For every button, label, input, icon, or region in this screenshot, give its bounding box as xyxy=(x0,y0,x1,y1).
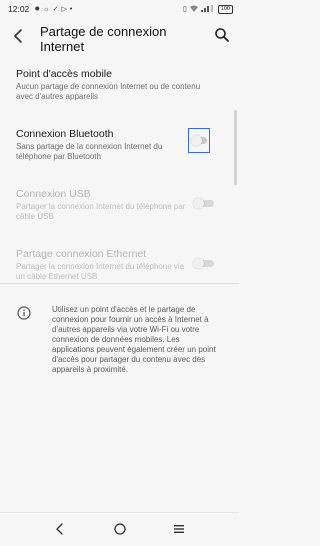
dot-icon: • xyxy=(69,5,73,13)
navigation-bar xyxy=(0,512,239,546)
check-icon: ✓ xyxy=(52,6,59,13)
nav-home-icon xyxy=(114,523,126,535)
gear-icon: ✹ xyxy=(34,6,41,13)
status-time: 12:02 xyxy=(8,4,30,14)
setting-hotspot[interactable]: Point d'accès mobile Aucun partage de co… xyxy=(16,68,216,102)
toggle-thumb xyxy=(193,258,204,269)
toggle-thumb xyxy=(191,135,202,146)
search-button[interactable] xyxy=(213,26,231,44)
back-button[interactable] xyxy=(9,25,29,47)
page-title: Partage de connexion Internet xyxy=(40,24,167,54)
info-icon xyxy=(17,306,31,320)
setting-ethernet: Partage connexion Ethernet Partager la c… xyxy=(16,248,186,282)
setting-usb-title: Connexion USB xyxy=(16,188,91,200)
setting-usb: Connexion USB Partager la connexion Inte… xyxy=(16,188,186,222)
status-icons-left: ✹ ☼ ✓ ▷ • xyxy=(34,5,73,14)
ethernet-toggle xyxy=(190,256,218,272)
setting-usb-subtitle: Partager la connexion Internet du téléph… xyxy=(16,202,186,221)
setting-hotspot-subtitle: Aucun partage de connexion Internet ou d… xyxy=(16,82,201,101)
nav-home-button[interactable] xyxy=(112,521,128,537)
wifi-icon xyxy=(189,5,198,14)
toggle-thumb xyxy=(193,198,204,209)
vibrate-icon: ▯ xyxy=(182,6,187,13)
info-text: Utilisez un point d'accès et le partage … xyxy=(52,305,216,374)
scrollbar[interactable] xyxy=(234,110,237,185)
setting-hotspot-title: Point d'accès mobile xyxy=(16,68,112,80)
battery-icon: 100 xyxy=(217,4,233,14)
sun-icon: ☼ xyxy=(43,5,50,13)
arrow-left-icon xyxy=(14,29,22,43)
divider xyxy=(0,283,239,284)
signal-icon xyxy=(200,4,215,14)
status-icons-right: ▯ 100 xyxy=(182,4,233,14)
setting-bluetooth-title: Connexion Bluetooth xyxy=(16,128,114,140)
setting-bluetooth[interactable]: Connexion Bluetooth Sans partage de la c… xyxy=(16,128,186,162)
status-bar: 12:02 ✹ ☼ ✓ ▷ • ▯ 100 xyxy=(0,0,239,18)
nav-back-icon xyxy=(56,523,63,535)
setting-ethernet-subtitle: Partager la connexion Internet du téléph… xyxy=(16,262,185,281)
nav-recents-icon xyxy=(174,525,184,533)
setting-bluetooth-subtitle: Sans partage de la connexion Internet du… xyxy=(16,142,163,161)
nav-recents-button[interactable] xyxy=(171,521,187,537)
nav-back-button[interactable] xyxy=(52,521,68,537)
top-app-bar: Partage de connexion Internet xyxy=(0,20,239,56)
setting-ethernet-title: Partage connexion Ethernet xyxy=(16,248,147,260)
bluetooth-toggle[interactable] xyxy=(188,128,210,153)
usb-toggle xyxy=(190,196,218,212)
search-icon xyxy=(215,28,229,42)
cast-icon: ▷ xyxy=(61,6,67,13)
